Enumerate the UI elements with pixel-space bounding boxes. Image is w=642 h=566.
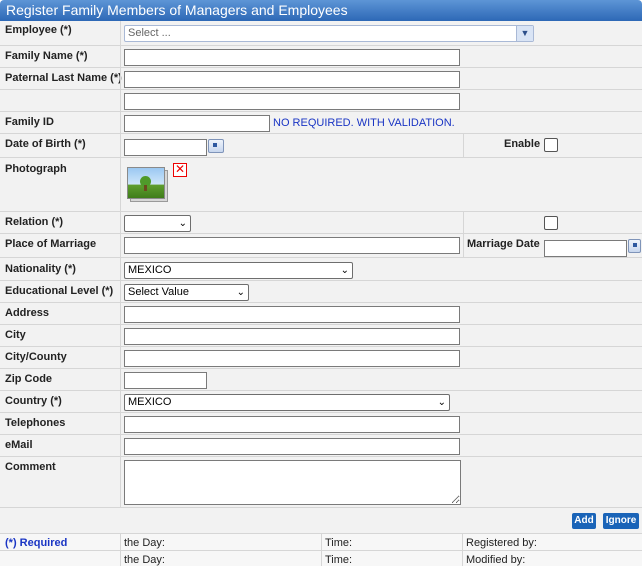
calendar-icon[interactable] (208, 139, 224, 153)
row-address: Address (0, 303, 642, 325)
address-input[interactable] (124, 306, 460, 323)
form-title: Register Family Members of Managers and … (0, 0, 642, 21)
row-place-of-marriage: Place of Marriage Marriage Date (0, 234, 642, 258)
date-of-birth-input[interactable] (124, 139, 207, 156)
employee-select-placeholder: Select ... (128, 27, 171, 39)
chevron-down-icon: ⌄ (437, 397, 446, 408)
city-county-input[interactable] (124, 350, 460, 367)
city-label: City (5, 329, 26, 341)
required-note: (*) Required (5, 537, 68, 549)
telephones-label: Telephones (5, 417, 66, 429)
chevron-down-icon: ⌄ (178, 218, 187, 229)
registered-day-label: the Day: (124, 537, 165, 549)
email-label: eMail (5, 439, 33, 451)
calendar-icon[interactable] (628, 239, 641, 253)
family-name-input[interactable] (124, 49, 460, 66)
row-actions: Add Ignore (0, 508, 642, 534)
address-label: Address (5, 307, 50, 319)
row-telephones: Telephones (0, 413, 642, 435)
row-photograph: Photograph ✕ (0, 158, 642, 212)
zip-code-input[interactable] (124, 372, 207, 389)
comment-label: Comment (5, 461, 56, 473)
educational-level-label: Educational Level (*) (5, 285, 114, 297)
paternal-last-name-input[interactable] (124, 71, 460, 88)
ignore-button[interactable]: Ignore (603, 513, 639, 529)
family-id-label: Family ID (5, 116, 54, 128)
nationality-selected: MEXICO (128, 264, 172, 276)
row-city-county: City/County (0, 347, 642, 369)
family-id-hint: NO REQUIRED. WITH VALIDATION. (273, 117, 455, 129)
row-relation: Relation (*) ⌄ (0, 212, 642, 234)
row-country: Country (*) MEXICO ⌄ (0, 391, 642, 413)
chevron-down-icon: ⌄ (340, 265, 349, 276)
footer-row-1: (*) Required the Day: Time: Registered b… (0, 534, 642, 551)
place-of-marriage-input[interactable] (124, 237, 460, 254)
family-name-label: Family Name (*) (5, 50, 88, 62)
employee-label: Employee (*) (5, 24, 72, 36)
row-educational-level: Educational Level (*) Select Value ⌄ (0, 281, 642, 303)
row-email: eMail (0, 435, 642, 457)
photo-placeholder-icon[interactable] (127, 167, 168, 202)
city-county-label: City/County (5, 351, 67, 363)
modified-by-label: Modified by: (466, 554, 526, 566)
enable-label: Enable (504, 138, 541, 150)
comment-textarea[interactable] (124, 460, 461, 505)
relation-label: Relation (*) (5, 216, 64, 228)
telephones-input[interactable] (124, 416, 460, 433)
nationality-select[interactable]: MEXICO ⌄ (124, 262, 353, 279)
country-selected: MEXICO (128, 396, 172, 408)
add-button[interactable]: Add (572, 513, 596, 529)
row-employee: Employee (*) Select ... ▼ (0, 21, 642, 46)
row-nationality: Nationality (*) MEXICO ⌄ (0, 258, 642, 281)
email-input[interactable] (124, 438, 460, 455)
row-family-name: Family Name (*) (0, 46, 642, 68)
row-second-last-name (0, 90, 642, 112)
nationality-label: Nationality (*) (5, 263, 76, 275)
row-zip-code: Zip Code (0, 369, 642, 391)
city-input[interactable] (124, 328, 460, 345)
zip-code-label: Zip Code (5, 373, 53, 385)
registered-by-label: Registered by: (466, 537, 537, 549)
row-date-of-birth: Date of Birth (*) Enable (0, 134, 642, 158)
family-id-input[interactable] (124, 115, 270, 132)
enable-checkbox[interactable] (544, 138, 558, 152)
marriage-date-input[interactable] (544, 240, 627, 257)
educational-level-select[interactable]: Select Value ⌄ (124, 284, 249, 301)
registered-time-label: Time: (325, 537, 353, 549)
chevron-down-icon[interactable]: ▼ (516, 26, 533, 41)
paternal-last-name-label: Paternal Last Name (*) (5, 72, 122, 84)
footer-row-2: the Day: Time: Modified by: (0, 551, 642, 566)
date-of-birth-label: Date of Birth (*) (5, 138, 86, 150)
photograph-label: Photograph (5, 163, 67, 175)
modified-day-label: the Day: (124, 554, 165, 566)
chevron-down-icon: ⌄ (236, 287, 245, 298)
relation-checkbox[interactable] (544, 216, 558, 230)
row-paternal-last-name: Paternal Last Name (*) (0, 68, 642, 90)
employee-select[interactable]: Select ... ▼ (124, 25, 534, 42)
place-of-marriage-label: Place of Marriage (5, 238, 97, 250)
second-last-name-input[interactable] (124, 93, 460, 110)
remove-photo-icon[interactable]: ✕ (173, 163, 187, 177)
row-city: City (0, 325, 642, 347)
modified-time-label: Time: (325, 554, 353, 566)
marriage-date-label: Marriage Date (467, 238, 540, 250)
educational-level-selected: Select Value (128, 286, 189, 298)
relation-select[interactable]: ⌄ (124, 215, 191, 232)
row-comment: Comment (0, 457, 642, 508)
country-label: Country (*) (5, 395, 62, 407)
country-select[interactable]: MEXICO ⌄ (124, 394, 450, 411)
row-family-id: Family ID NO REQUIRED. WITH VALIDATION. (0, 112, 642, 134)
